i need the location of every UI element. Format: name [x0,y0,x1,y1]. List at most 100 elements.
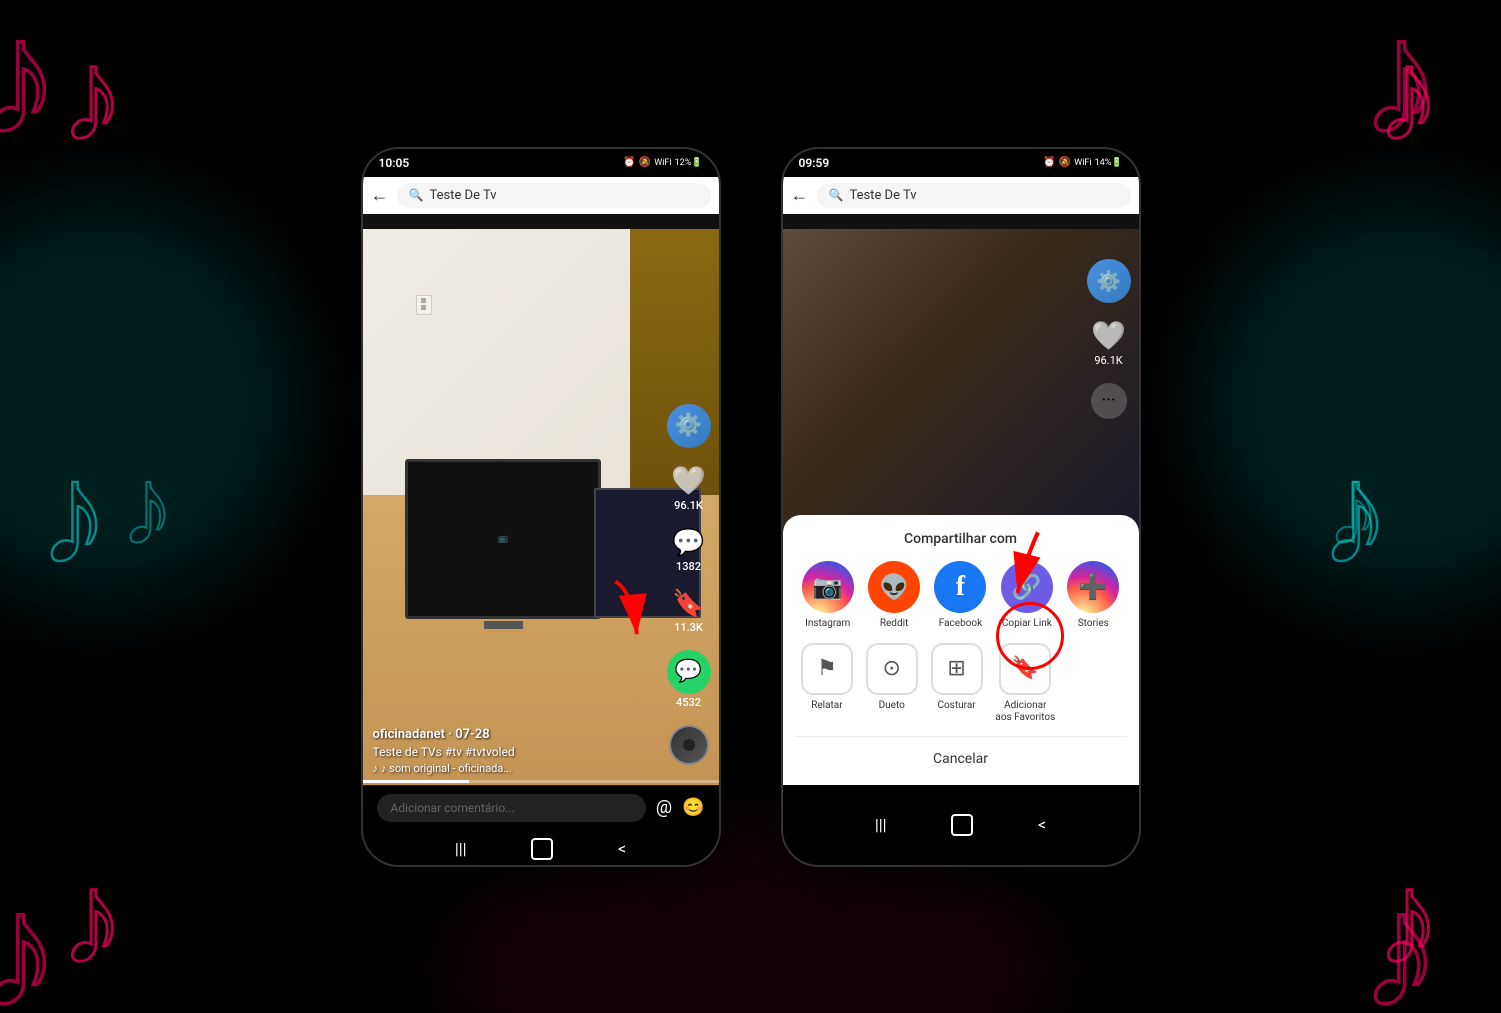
right-nav-buttons: ||| < [783,785,1139,865]
share-row-2: ⚑ Relatar ⊙ Dueto ⊞ Costurar 🔖 Adicionar… [795,643,1127,724]
right-back-button[interactable]: ← [791,185,809,206]
right-camera [957,159,965,167]
share-empty-slot [1068,643,1120,724]
share-relatar[interactable]: ⚑ Relatar [801,643,853,724]
left-disc-center [683,739,695,751]
right-search-bar[interactable]: 🔍 Teste De Tv [817,183,1131,208]
right-like-count: 96.1K [1094,354,1122,367]
left-nav-square[interactable] [531,838,553,860]
left-tv-legs [484,621,523,629]
left-bookmark-btn[interactable]: 🔖 11.3K [672,589,704,634]
left-mention-icon[interactable]: @ [656,797,672,818]
left-bottom-nav: Adicionar comentário... @ 😊 ||| < [363,785,719,865]
left-share-btn[interactable]: 💬 4532 [667,650,711,709]
battery-icon: 12%🔋 [675,158,703,168]
costurar-label: Costurar [937,700,975,711]
left-share-count: 4532 [676,696,701,709]
left-camera [537,159,545,167]
share-stories[interactable]: ➕ Stories [1067,561,1119,629]
left-bookmark-count: 11.3K [674,621,703,634]
left-back-button[interactable]: ← [371,185,389,206]
favoritos-label: Adicionaraos Favoritos [995,700,1055,724]
left-nav-buttons: ||| < [363,830,719,867]
left-like-btn[interactable]: 🤍 96.1K [671,464,706,512]
left-progress-container[interactable] [363,780,719,783]
left-comment-count: 1382 [676,560,701,573]
right-bottom-nav: ||| < [783,785,1139,865]
left-room-scene: 📺 [363,229,719,785]
share-title: Compartilhar com [795,531,1127,547]
left-search-bar[interactable]: 🔍 Teste De Tv [397,183,711,208]
right-heart-icon: 🤍 [1091,319,1126,352]
share-costurar[interactable]: ⊞ Costurar [931,643,983,724]
left-main-tv: 📺 [405,459,601,629]
right-alarm-icon: ⏰ [1043,157,1055,168]
right-nav-back[interactable]: < [1038,815,1046,834]
left-time: 10:05 [379,156,410,170]
left-action-buttons: ⚙️ 🤍 96.1K 💬 1382 🔖 11.3K [667,404,711,765]
share-instagram[interactable]: 📷 Instagram [802,561,854,629]
facebook-label: Facebook [939,618,982,629]
right-battery-icon: 14%🔋 [1095,158,1123,168]
left-search-container: ← 🔍 Teste De Tv [363,177,719,214]
right-volume-icon: 🔕 [1059,157,1071,168]
reddit-icon: 👽 [868,561,920,613]
left-nav-back[interactable]: < [618,839,626,858]
left-search-icon: 🔍 [409,188,424,202]
left-comment-icon: 💬 [672,528,704,558]
right-gear-icon: ⚙️ [1087,259,1131,303]
left-progress-fill [363,780,470,783]
left-comment-input[interactable]: Adicionar comentário... [377,794,646,822]
left-gear-icon: ⚙️ [667,404,711,448]
right-nav-lines[interactable]: ||| [875,815,887,834]
left-tv-content: 📺 [408,462,598,616]
cancel-button[interactable]: Cancelar [795,741,1127,777]
left-comment-row: Adicionar comentário... @ 😊 [363,785,719,830]
left-music-disc [669,725,709,765]
phone-left: 10:05 ⏰ 🔕 WiFi 12%🔋 ← 🔍 Teste De Tv [361,147,721,867]
right-search-text: Teste De Tv [849,188,916,203]
left-emoji-icon[interactable]: 😊 [682,797,704,818]
right-action-buttons: ⚙️ 🤍 96.1K ··· [1087,259,1131,419]
right-search-icon: 🔍 [829,188,844,202]
phone-right: 09:59 ⏰ 🔕 WiFi 14%🔋 ← 🔍 Teste De Tv [781,147,1141,867]
wifi-icon: WiFi [654,158,671,168]
left-username: oficinadanet · 07-28 [373,727,649,742]
socket-detail2 [421,305,426,310]
left-sound-info: ♪ ♪ som original - oficinada... [373,762,649,775]
left-whatsapp-icon: 💬 [667,650,711,694]
left-tv-text: 📺 [494,530,512,547]
dueto-icon: ⊙ [866,643,918,695]
left-comment-btn[interactable]: 💬 1382 [672,528,704,573]
stories-icon: ➕ [1067,561,1119,613]
right-nav-square[interactable] [951,814,973,836]
dueto-label: Dueto [879,700,905,711]
right-wifi-icon: WiFi [1074,158,1091,168]
phones-container: 10:05 ⏰ 🔕 WiFi 12%🔋 ← 🔍 Teste De Tv [0,0,1501,1013]
left-music-note: ♪ [373,762,379,775]
volume-icon: 🔕 [639,157,651,168]
instagram-label: Instagram [805,618,850,629]
share-dueto[interactable]: ⊙ Dueto [866,643,918,724]
right-more-icon[interactable]: ··· [1091,383,1127,419]
left-gear-btn[interactable]: ⚙️ [667,404,711,448]
stories-label: Stories [1078,618,1109,629]
right-status-icons: ⏰ 🔕 WiFi 14%🔋 [1043,157,1122,168]
share-reddit[interactable]: 👽 Reddit [868,561,920,629]
right-search-container: ← 🔍 Teste De Tv [783,177,1139,214]
left-nav-lines[interactable]: ||| [455,839,467,858]
share-divider [795,736,1127,737]
left-status-bar: 10:05 ⏰ 🔕 WiFi 12%🔋 [363,149,719,177]
right-time: 09:59 [799,156,830,170]
favoritos-icon: 🔖 [999,643,1051,695]
right-like-btn[interactable]: 🤍 96.1K [1091,319,1126,367]
left-status-icons: ⏰ 🔕 WiFi 12%🔋 [623,157,702,168]
left-description: Teste de TVs #tv #tvtvoled [373,745,649,759]
left-video-area[interactable]: 📺 ⚙️ [363,229,719,785]
left-like-count: 96.1K [674,499,703,512]
alarm-icon: ⏰ [623,157,635,168]
share-favoritos[interactable]: 🔖 Adicionaraos Favoritos [995,643,1055,724]
left-video-info: oficinadanet · 07-28 Teste de TVs #tv #t… [373,727,649,775]
copy-link-label: Copiar Link [1002,618,1052,629]
costurar-icon: ⊞ [931,643,983,695]
